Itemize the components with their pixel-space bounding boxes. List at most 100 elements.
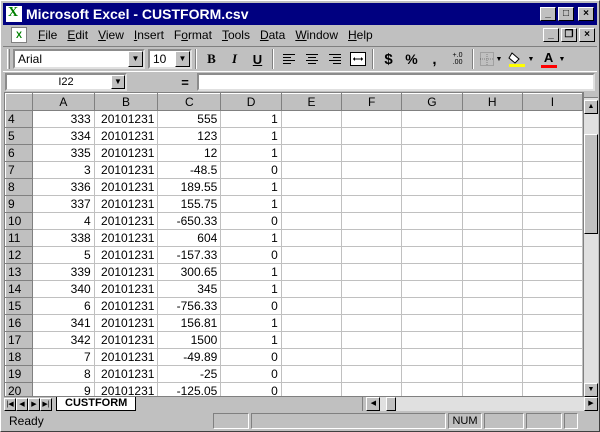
cell-c[interactable]: -25 — [157, 365, 222, 383]
chevron-down-icon[interactable]: ▼ — [528, 56, 535, 63]
empty-cell[interactable] — [341, 263, 403, 281]
empty-cell[interactable] — [341, 144, 403, 162]
cell-c[interactable]: -650.33 — [157, 212, 222, 230]
empty-cell[interactable] — [401, 365, 463, 383]
empty-cell[interactable] — [341, 229, 403, 247]
cell-c[interactable]: -49.89 — [157, 348, 222, 366]
empty-cell[interactable] — [341, 348, 403, 366]
percent-button[interactable]: % — [400, 48, 423, 70]
cell-d[interactable]: 0 — [220, 348, 282, 366]
empty-cell[interactable] — [401, 127, 463, 145]
cell-b[interactable]: 20101231 — [93, 212, 159, 230]
empty-cell[interactable] — [401, 246, 463, 264]
menu-format[interactable]: Format — [169, 28, 217, 42]
chevron-down-icon[interactable]: ▼ — [111, 75, 125, 89]
empty-cell[interactable] — [341, 195, 403, 213]
column-header[interactable]: I — [521, 93, 583, 111]
empty-cell[interactable] — [461, 127, 523, 145]
cell-b[interactable]: 20101231 — [93, 229, 159, 247]
row-header[interactable]: 20 — [5, 382, 34, 396]
empty-cell[interactable] — [341, 246, 403, 264]
doc-close-button[interactable]: × — [579, 28, 595, 42]
empty-cell[interactable] — [280, 229, 343, 247]
chevron-down-icon[interactable]: ▼ — [496, 56, 503, 63]
cell-c[interactable]: 555 — [157, 110, 222, 128]
menu-window[interactable]: Window — [290, 28, 343, 42]
menu-view[interactable]: View — [93, 28, 129, 42]
empty-cell[interactable] — [461, 348, 523, 366]
row-header[interactable]: 11 — [5, 229, 34, 247]
empty-cell[interactable] — [461, 382, 523, 396]
empty-cell[interactable] — [461, 161, 523, 179]
cell-b[interactable]: 20101231 — [93, 161, 159, 179]
row-header[interactable]: 17 — [5, 331, 34, 349]
empty-cell[interactable] — [280, 246, 343, 264]
row-header[interactable]: 15 — [5, 297, 34, 315]
edit-formula-button[interactable]: = — [177, 75, 193, 90]
align-center-button[interactable] — [300, 48, 323, 70]
empty-cell[interactable] — [341, 212, 403, 230]
empty-cell[interactable] — [401, 280, 463, 298]
cell-a[interactable]: 3 — [32, 161, 95, 179]
menu-edit[interactable]: Edit — [62, 28, 93, 42]
horizontal-scroll-thumb[interactable] — [386, 397, 397, 411]
cell-b[interactable]: 20101231 — [93, 178, 159, 196]
menu-file[interactable]: File — [33, 28, 62, 42]
cell-d[interactable]: 1 — [220, 314, 282, 332]
empty-cell[interactable] — [461, 212, 523, 230]
cell-d[interactable]: 0 — [220, 365, 282, 383]
row-header[interactable]: 19 — [5, 365, 34, 383]
empty-cell[interactable] — [401, 178, 463, 196]
empty-cell[interactable] — [521, 263, 583, 281]
currency-button[interactable]: $ — [377, 48, 400, 70]
cell-a[interactable]: 335 — [32, 144, 95, 162]
cell-d[interactable]: 0 — [220, 161, 282, 179]
next-sheet-button[interactable]: ▶ — [28, 397, 40, 411]
cell-a[interactable]: 339 — [32, 263, 95, 281]
cell-d[interactable]: 1 — [220, 110, 282, 128]
cell-d[interactable]: 1 — [220, 229, 282, 247]
empty-cell[interactable] — [521, 348, 583, 366]
cell-d[interactable]: 1 — [220, 178, 282, 196]
empty-cell[interactable] — [280, 314, 343, 332]
empty-cell[interactable] — [401, 314, 463, 332]
empty-cell[interactable] — [341, 314, 403, 332]
toolbar-grip[interactable] — [7, 49, 10, 69]
empty-cell[interactable] — [280, 331, 343, 349]
empty-cell[interactable] — [521, 178, 583, 196]
italic-button[interactable]: I — [223, 48, 246, 70]
empty-cell[interactable] — [461, 178, 523, 196]
cell-a[interactable]: 7 — [32, 348, 95, 366]
doc-restore-button[interactable]: ❐ — [561, 28, 577, 42]
cell-a[interactable]: 336 — [32, 178, 95, 196]
cell-d[interactable]: 0 — [220, 297, 282, 315]
align-right-button[interactable] — [323, 48, 346, 70]
size-grip[interactable] — [564, 413, 578, 429]
menu-tools[interactable]: Tools — [217, 28, 255, 42]
chevron-down-icon[interactable]: ▼ — [559, 56, 566, 63]
cell-c[interactable]: 155.75 — [157, 195, 222, 213]
empty-cell[interactable] — [521, 314, 583, 332]
menu-data[interactable]: Data — [255, 28, 290, 42]
empty-cell[interactable] — [280, 382, 343, 396]
row-header[interactable]: 8 — [5, 178, 34, 196]
empty-cell[interactable] — [401, 161, 463, 179]
row-header[interactable]: 5 — [5, 127, 34, 145]
chevron-down-icon[interactable]: ▼ — [128, 51, 143, 67]
empty-cell[interactable] — [280, 280, 343, 298]
cell-c[interactable]: 300.65 — [157, 263, 222, 281]
empty-cell[interactable] — [341, 161, 403, 179]
select-all-corner[interactable] — [5, 93, 34, 111]
formula-input[interactable] — [197, 73, 595, 91]
empty-cell[interactable] — [521, 382, 583, 396]
empty-cell[interactable] — [280, 110, 343, 128]
empty-cell[interactable] — [521, 246, 583, 264]
row-header[interactable]: 12 — [5, 246, 34, 264]
cell-d[interactable]: 0 — [220, 246, 282, 264]
cell-a[interactable]: 341 — [32, 314, 95, 332]
empty-cell[interactable] — [280, 161, 343, 179]
empty-cell[interactable] — [401, 297, 463, 315]
doc-minimize-button[interactable]: _ — [543, 28, 559, 42]
empty-cell[interactable] — [280, 348, 343, 366]
cell-a[interactable]: 5 — [32, 246, 95, 264]
